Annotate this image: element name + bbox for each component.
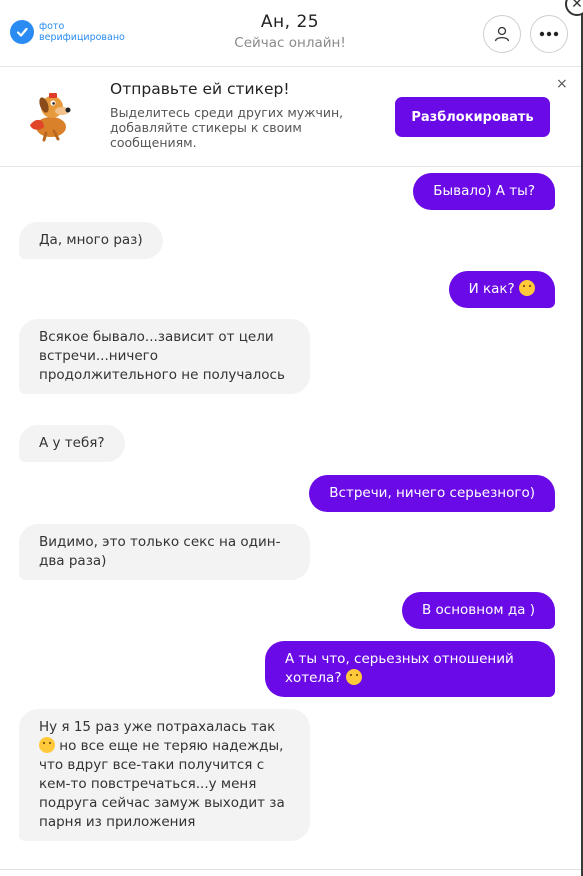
- message-incoming: А у тебя?: [19, 425, 125, 462]
- sticker-promo-banner: Отправьте ей стикер! Выделитесь среди др…: [0, 67, 581, 167]
- message-outgoing: А ты что, серьезных отношений хотела?: [265, 641, 555, 697]
- message-text: Ну я 15 раз уже потрахалась так: [39, 719, 276, 735]
- message-text: Видимо, это только секс на один-два раза…: [39, 534, 281, 569]
- dog-sticker-icon: [30, 93, 71, 142]
- user-icon: [494, 26, 510, 42]
- profile-button[interactable]: [483, 15, 521, 53]
- profile-name[interactable]: Ан, 25: [190, 12, 390, 32]
- message-outgoing: Бывало) А ты?: [413, 173, 555, 210]
- wink-emoji-icon: [519, 280, 535, 296]
- message-incoming: Всякое бывало...зависит от цели встречи.…: [19, 319, 310, 394]
- message-list[interactable]: Бывало) А ты? Да, много раз) И как? Всяк…: [0, 167, 581, 876]
- promo-title: Отправьте ей стикер!: [110, 80, 290, 98]
- message-text: Бывало) А ты?: [433, 183, 535, 199]
- grin-emoji-icon: [39, 737, 55, 753]
- tears-of-joy-emoji-icon: [345, 669, 362, 685]
- online-status: Сейчас онлайн!: [234, 35, 346, 51]
- message-text: И как?: [468, 281, 515, 297]
- unlock-button[interactable]: Разблокировать: [395, 97, 550, 137]
- more-dots-icon: [539, 31, 559, 37]
- promo-description: Выделитесь среди других мужчин, добавляй…: [110, 105, 344, 150]
- verified-label: фото верифицировано: [39, 21, 125, 43]
- chat-window: ✕ фото верифицировано Ан, 25 Сейчас онла…: [0, 0, 583, 876]
- message-text: Да, много раз): [39, 232, 143, 248]
- message-text: А ты что, серьезных отношений хотела?: [285, 651, 514, 686]
- message-text: В основном да ): [421, 602, 535, 618]
- message-text: Встречи, ничего серьезного): [329, 485, 535, 501]
- promo-close-icon[interactable]: ×: [556, 76, 568, 92]
- composer-divider: [0, 869, 581, 870]
- verified-check-icon: [10, 20, 34, 44]
- message-text: А у тебя?: [39, 435, 105, 451]
- chat-header: фото верифицировано Ан, 25 Сейчас онлайн…: [0, 0, 581, 67]
- message-incoming: Да, много раз): [19, 222, 163, 259]
- message-text: Всякое бывало...зависит от цели встречи.…: [39, 329, 285, 383]
- profile-summary[interactable]: Ан, 25 Сейчас онлайн!: [190, 12, 390, 51]
- message-incoming: Ну я 15 раз уже потрахалась так но все е…: [19, 709, 310, 841]
- message-text: но все еще не теряю надежды, что вдруг в…: [39, 738, 285, 830]
- more-options-button[interactable]: [530, 15, 568, 53]
- message-outgoing: И как?: [448, 271, 555, 308]
- message-outgoing: В основном да ): [401, 592, 555, 629]
- verified-badge: фото верифицировано: [10, 20, 149, 44]
- message-outgoing: Встречи, ничего серьезного): [309, 475, 555, 512]
- message-incoming: Видимо, это только секс на один-два раза…: [19, 524, 310, 580]
